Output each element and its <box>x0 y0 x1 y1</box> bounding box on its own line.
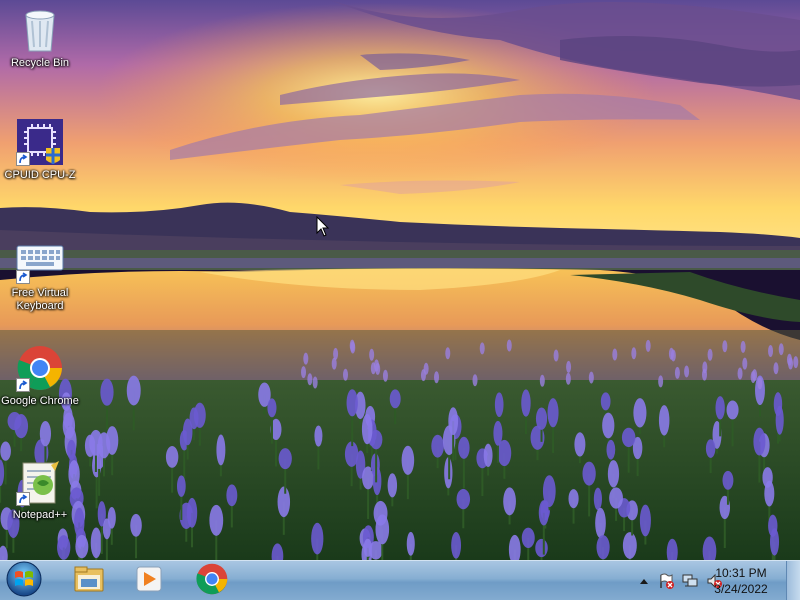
shortcut-arrow-icon <box>16 270 30 284</box>
windows-start-orb-icon <box>5 560 43 600</box>
clock-date: 3/24/2022 <box>714 582 768 596</box>
taskbar: 10:31 PM 3/24/2022 <box>0 560 800 600</box>
start-button[interactable] <box>4 560 44 600</box>
system-tray: 10:31 PM 3/24/2022 <box>610 561 800 600</box>
taskbar-clock[interactable]: 10:31 PM 3/24/2022 <box>706 565 776 597</box>
chrome-icon <box>16 344 64 392</box>
taskbar-media-player-button[interactable] <box>120 563 178 599</box>
shortcut-arrow-icon <box>16 492 30 506</box>
desktop-icon-label: Recycle Bin <box>10 57 70 69</box>
desktop-icon-label: Free Virtual Keyboard <box>11 287 69 312</box>
desktop-icon-recycle-bin[interactable]: Recycle Bin <box>1 6 79 70</box>
desktop-wallpaper <box>0 0 800 560</box>
desktop-icon-free-virtual-keyboard[interactable]: Free Virtual Keyboard <box>1 236 79 313</box>
show-desktop-button[interactable] <box>786 561 800 600</box>
chrome-icon <box>196 563 228 600</box>
show-hidden-icons-chevron[interactable] <box>636 573 652 589</box>
desktop-icon-cpuid-cpu-z[interactable]: CPUID CPU-Z <box>1 118 79 182</box>
recycle-bin-icon <box>16 6 64 54</box>
shortcut-arrow-icon <box>16 152 30 166</box>
network-icon[interactable] <box>682 573 698 589</box>
desktop-icon-notepad-plus-plus[interactable]: Notepad++ <box>1 458 79 522</box>
taskbar-windows-explorer-button[interactable] <box>60 563 118 599</box>
desktop-icon-label: Google Chrome <box>1 395 79 407</box>
virtual-keyboard-icon <box>16 236 64 284</box>
desktop-icon-label: Notepad++ <box>12 509 68 521</box>
desktop-icon-label: CPUID CPU-Z <box>4 169 76 181</box>
notepad-plus-plus-icon <box>16 458 64 506</box>
clock-time: 10:31 PM <box>715 566 767 580</box>
action-center-flag-icon[interactable] <box>658 573 674 589</box>
taskbar-google-chrome-button[interactable] <box>183 563 241 599</box>
cpu-z-icon <box>16 118 64 166</box>
desktop-icon-google-chrome[interactable]: Google Chrome <box>1 344 79 408</box>
mouse-cursor-icon <box>316 215 330 238</box>
shortcut-arrow-icon <box>16 378 30 392</box>
folder-explorer-icon <box>73 565 105 598</box>
media-player-icon <box>134 564 164 599</box>
